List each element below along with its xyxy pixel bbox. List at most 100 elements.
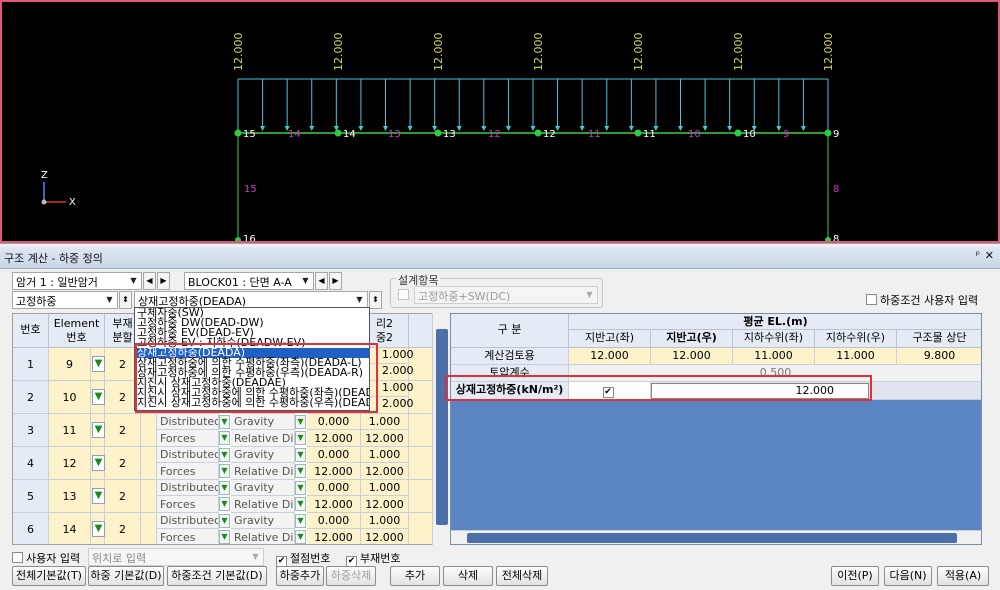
- next-button[interactable]: 다음(N): [884, 566, 932, 586]
- load-grid-scrollbar[interactable]: [432, 313, 450, 545]
- load-kind-cell[interactable]: Forces: [157, 496, 219, 513]
- value-cell[interactable]: 1.000: [361, 414, 409, 430]
- block-prev-button[interactable]: ◀: [315, 272, 328, 290]
- close-icon[interactable]: ✕: [985, 249, 994, 262]
- element-cell[interactable]: 11: [49, 414, 91, 447]
- chevron-down-icon[interactable]: ▼: [219, 497, 230, 511]
- elevation-value[interactable]: 9.800: [897, 348, 981, 365]
- value-cell[interactable]: 0.000: [307, 480, 361, 496]
- element-cell[interactable]: 9: [49, 348, 91, 381]
- add-load-button[interactable]: 하중추가: [276, 566, 324, 586]
- chevron-down-icon[interactable]: ▼: [295, 448, 306, 462]
- chevron-down-icon[interactable]: ▼: [295, 481, 306, 495]
- value-cell[interactable]: 0.000: [307, 414, 361, 430]
- value-cell[interactable]: 0.000: [307, 513, 361, 529]
- value-cell[interactable]: 12.000: [307, 430, 361, 447]
- h-scroll-thumb[interactable]: [467, 533, 957, 543]
- culvert-next-button[interactable]: ▶: [157, 272, 170, 290]
- value-cell[interactable]: 1.000: [361, 480, 409, 496]
- element-cell[interactable]: 12: [49, 447, 91, 480]
- design-item-checkbox[interactable]: [398, 289, 412, 302]
- chevron-down-icon[interactable]: ▼: [219, 431, 230, 445]
- element-picker-icon[interactable]: ▼: [92, 488, 105, 504]
- value-cell[interactable]: 1.000: [361, 447, 409, 463]
- chevron-down-icon[interactable]: ▼: [295, 514, 306, 528]
- culvert-prev-button[interactable]: ◀: [143, 272, 156, 290]
- div-cell[interactable]: 2: [105, 447, 141, 480]
- apply-button[interactable]: 적용(A): [937, 566, 989, 586]
- user-input-checkbox[interactable]: 하중조건 사용자 입력: [866, 292, 978, 308]
- distance-type-cell[interactable]: Relative Dist: [231, 529, 295, 544]
- value-cell[interactable]: 12.000: [307, 463, 361, 480]
- chevron-down-icon[interactable]: ▼: [219, 514, 230, 528]
- row-number[interactable]: 6: [13, 513, 49, 544]
- element-picker-icon[interactable]: ▼: [92, 521, 105, 537]
- load-type-combo[interactable]: 고정하중 ▼: [12, 291, 118, 309]
- value-cell[interactable]: 12.000: [307, 496, 361, 513]
- elevation-value[interactable]: 11.000: [733, 348, 815, 365]
- chevron-down-icon[interactable]: ▼: [219, 415, 230, 429]
- row-number[interactable]: 3: [13, 414, 49, 447]
- chevron-down-icon[interactable]: ▼: [295, 431, 306, 445]
- div-cell[interactable]: 2: [105, 414, 141, 447]
- element-picker-icon[interactable]: ▼: [92, 356, 105, 372]
- chevron-down-icon[interactable]: ▼: [219, 464, 230, 478]
- load-type-cell[interactable]: Distributed: [157, 513, 219, 529]
- node-no-checkbox[interactable]: ✔ 절점번호: [276, 550, 330, 567]
- delete-all-button[interactable]: 전체삭제: [496, 566, 548, 586]
- position-input-combo[interactable]: 위치로 입력 ▼: [88, 548, 264, 566]
- row-number[interactable]: 2: [13, 381, 49, 414]
- load-type-cell[interactable]: Distributed: [157, 447, 219, 463]
- load-kind-cell[interactable]: Forces: [157, 529, 219, 544]
- delete-button[interactable]: 삭제: [443, 566, 493, 586]
- chevron-down-icon[interactable]: ▼: [295, 497, 306, 511]
- default-condition-button[interactable]: 하중조건 기본값(D): [167, 566, 267, 586]
- chevron-down-icon[interactable]: ▼: [295, 464, 306, 478]
- elevation-table[interactable]: 구 분 평균 EL.(m) 지반고(좌) 지반고(우) 지하수위(좌) 지하수위(우) 구조…: [450, 313, 982, 545]
- scroll-thumb[interactable]: [436, 329, 448, 525]
- distance-type-cell[interactable]: Relative Dist: [231, 496, 295, 513]
- block-next-button[interactable]: ▶: [329, 272, 342, 290]
- element-picker-icon[interactable]: ▼: [92, 422, 105, 438]
- value-cell[interactable]: 0.000: [307, 447, 361, 463]
- elevation-value[interactable]: 11.000: [815, 348, 897, 365]
- value-cell[interactable]: 12.000: [361, 529, 409, 544]
- chevron-down-icon[interactable]: ▼: [295, 415, 306, 429]
- element-picker-icon[interactable]: ▼: [92, 389, 105, 405]
- load-kind-cell[interactable]: Forces: [157, 430, 219, 447]
- direction-cell[interactable]: Gravity: [231, 447, 295, 463]
- direction-cell[interactable]: Gravity: [231, 414, 295, 430]
- direction-cell[interactable]: Gravity: [231, 480, 295, 496]
- row-number[interactable]: 5: [13, 480, 49, 513]
- value-cell[interactable]: 12.000: [361, 496, 409, 513]
- row-number[interactable]: 1: [13, 348, 49, 381]
- chevron-down-icon[interactable]: ▼: [219, 530, 230, 544]
- distance-type-cell[interactable]: Relative Dist: [231, 430, 295, 447]
- div-cell[interactable]: 2: [105, 513, 141, 544]
- prev-button[interactable]: 이전(P): [831, 566, 879, 586]
- add-button[interactable]: 추가: [390, 566, 440, 586]
- load-type-spin[interactable]: ⬍: [119, 291, 132, 309]
- value-cell[interactable]: 1.000: [361, 513, 409, 529]
- element-cell[interactable]: 13: [49, 480, 91, 513]
- element-cell[interactable]: 14: [49, 513, 91, 544]
- design-combo[interactable]: 고정하중+SW(DC) ▼: [414, 286, 598, 304]
- elevation-value[interactable]: 12.000: [569, 348, 651, 365]
- user-input-bottom-checkbox[interactable]: 사용자 입력: [12, 550, 80, 566]
- value-cell[interactable]: 12.000: [361, 430, 409, 447]
- load-type-cell[interactable]: Distributed: [157, 414, 219, 430]
- distance-type-cell[interactable]: Relative Dist: [231, 463, 295, 480]
- default-all-button[interactable]: 전체기본값(T): [12, 566, 86, 586]
- elevation-value[interactable]: 12.000: [651, 348, 733, 365]
- chevron-down-icon[interactable]: ▼: [219, 448, 230, 462]
- load-kind-cell[interactable]: Forces: [157, 463, 219, 480]
- value-cell[interactable]: 12.000: [361, 463, 409, 480]
- div-cell[interactable]: 2: [105, 480, 141, 513]
- pin-icon[interactable]: ᵖ: [976, 250, 980, 261]
- load-case-spin[interactable]: ⬍: [369, 291, 382, 309]
- culvert-combo[interactable]: 암거 1 : 일반암거 ▼: [12, 272, 142, 290]
- row-number[interactable]: 4: [13, 447, 49, 480]
- element-cell[interactable]: 10: [49, 381, 91, 414]
- chevron-down-icon[interactable]: ▼: [219, 481, 230, 495]
- block-combo[interactable]: BLOCK01 : 단면 A-A ▼: [184, 272, 314, 290]
